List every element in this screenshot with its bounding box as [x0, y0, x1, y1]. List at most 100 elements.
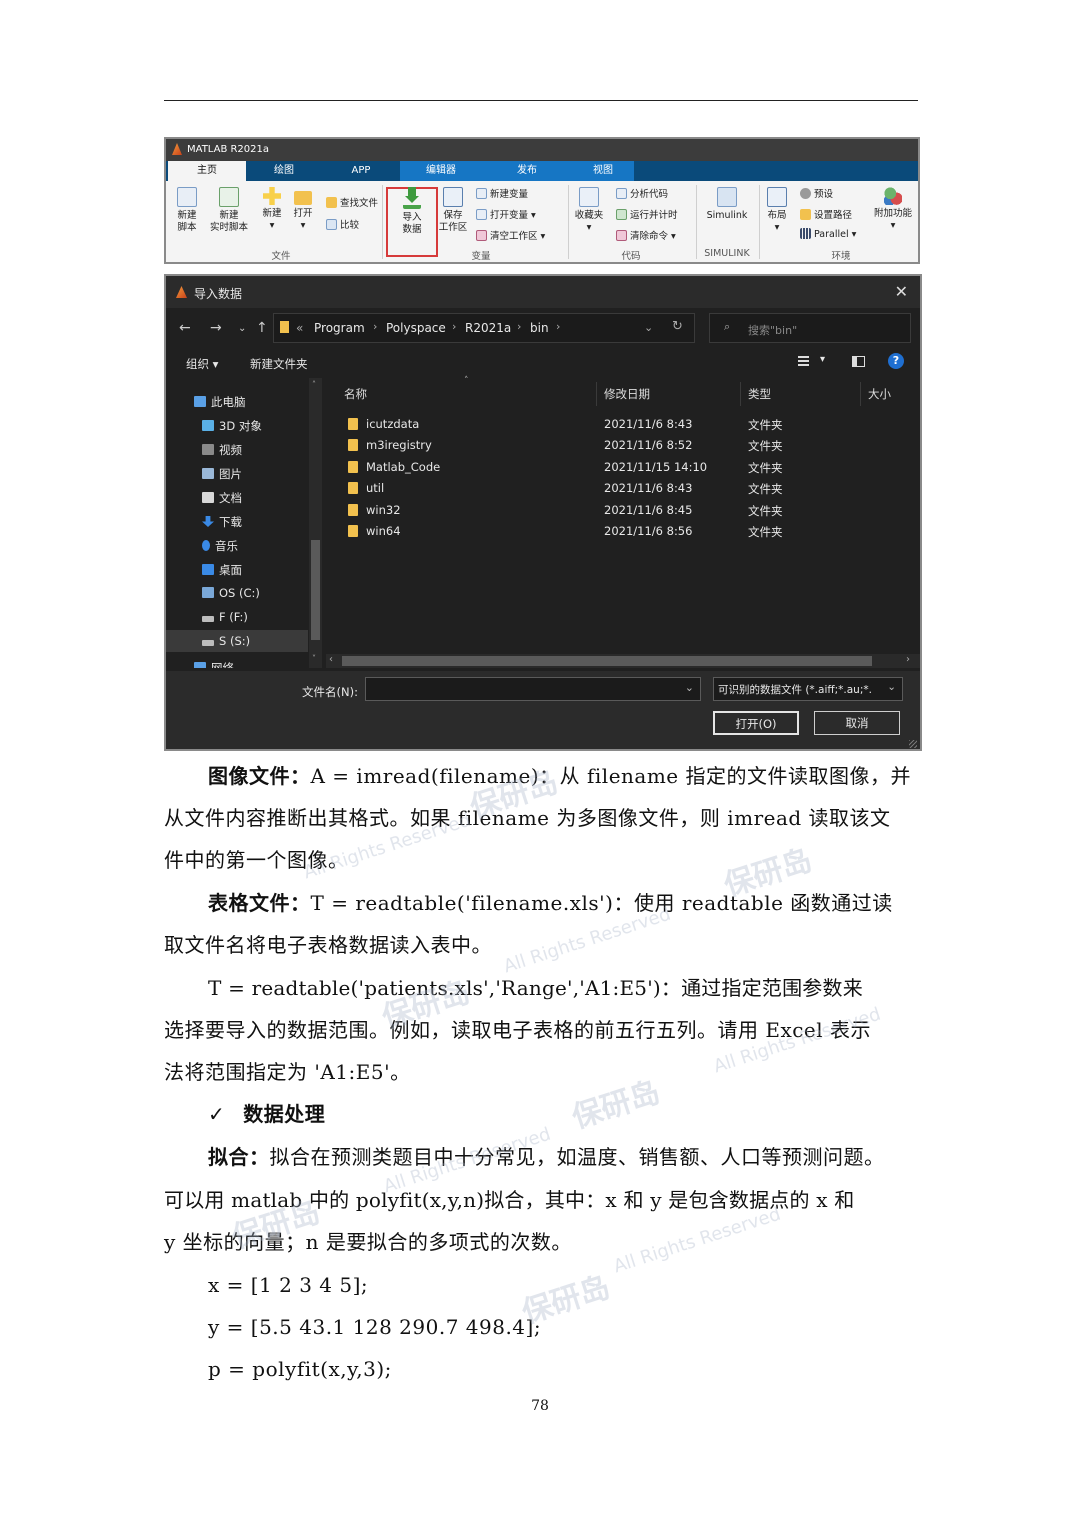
- sidebar-item-drive-s[interactable]: S (S:): [202, 634, 250, 648]
- column-size[interactable]: 大小: [868, 386, 891, 402]
- column-divider[interactable]: [596, 382, 597, 406]
- preview-pane-icon[interactable]: [852, 356, 865, 367]
- scroll-left-icon[interactable]: ‹: [329, 654, 333, 665]
- parallel-label: Parallel ▾: [814, 229, 857, 240]
- new-live-script-button[interactable]: 新建 实时脚本: [206, 187, 252, 234]
- save-workspace-button[interactable]: 保存 工作区: [436, 187, 470, 234]
- search-box[interactable]: ⌕ 搜索"bin": [709, 313, 911, 343]
- file-row[interactable]: win32 2021/11/6 8:45 文件夹: [326, 500, 920, 521]
- favorites-button[interactable]: 收藏夹 ▾: [571, 187, 607, 234]
- search-icon: ⌕: [724, 320, 731, 333]
- simulink-button[interactable]: Simulink: [702, 187, 752, 222]
- dialog-footer: 文件名(N): ⌄ 可识别的数据文件 (*.aiff;*.au;*. ⌄ 打开(…: [166, 671, 920, 749]
- resize-grip-icon[interactable]: [909, 740, 917, 748]
- sidebar-item-documents[interactable]: 文档: [202, 490, 242, 506]
- layout-label: 布局: [767, 210, 787, 221]
- chevron-down-icon[interactable]: ⌄: [644, 321, 653, 334]
- dialog-title-bar: 导入数据 ✕: [166, 276, 920, 308]
- sidebar-item-network[interactable]: 网络: [194, 660, 234, 668]
- set-path-button[interactable]: 设置路径: [800, 207, 852, 221]
- desktop-icon: [202, 564, 214, 575]
- simulink-icon: [717, 187, 737, 207]
- tab-apps[interactable]: APP: [322, 161, 400, 181]
- tab-publish[interactable]: 发布: [482, 161, 572, 181]
- breadcrumb-overflow[interactable]: «: [296, 321, 303, 335]
- breadcrumb-bin[interactable]: bin: [530, 321, 549, 335]
- forward-arrow-icon[interactable]: →: [210, 320, 222, 336]
- chevron-down-icon[interactable]: ⌄: [685, 681, 694, 694]
- layout-button[interactable]: 布局 ▾: [764, 187, 790, 234]
- breadcrumb-program[interactable]: Program: [314, 321, 365, 335]
- column-divider[interactable]: [860, 382, 861, 406]
- sidebar-scrollbar[interactable]: ˄ ˅: [309, 378, 322, 668]
- scroll-up-icon[interactable]: ˄: [312, 380, 316, 389]
- column-divider[interactable]: [740, 382, 741, 406]
- help-icon[interactable]: ?: [888, 353, 904, 369]
- close-icon[interactable]: ✕: [895, 282, 908, 301]
- chevron-right-icon: ›: [556, 320, 561, 333]
- compare-button[interactable]: 比较: [326, 217, 359, 231]
- scrollbar-thumb[interactable]: [342, 656, 872, 666]
- breadcrumb-r2021a[interactable]: R2021a: [465, 321, 511, 335]
- clear-workspace-label: 清空工作区 ▾: [490, 231, 546, 242]
- tab-editor[interactable]: 编辑器: [400, 161, 482, 181]
- open-button[interactable]: 打开(O): [713, 711, 799, 735]
- chevron-down-icon[interactable]: ▾: [820, 354, 825, 365]
- run-and-time-button[interactable]: 运行并计时: [616, 207, 678, 221]
- sidebar-item-pictures[interactable]: 图片: [202, 466, 242, 482]
- breadcrumb-polyspace[interactable]: Polyspace: [386, 321, 446, 335]
- preferences-button[interactable]: 预设: [800, 186, 833, 200]
- sidebar-item-3d-objects[interactable]: 3D 对象: [202, 418, 262, 434]
- file-list-scrollbar[interactable]: ‹ ›: [326, 654, 920, 668]
- tab-plots[interactable]: 绘图: [246, 161, 322, 181]
- scrollbar-thumb[interactable]: [311, 540, 320, 640]
- sidebar-item-this-pc[interactable]: 此电脑: [194, 394, 246, 410]
- address-bar[interactable]: « Program › Polyspace › R2021a › bin › ⌄…: [273, 313, 695, 343]
- find-files-button[interactable]: 查找文件: [326, 195, 378, 209]
- column-type[interactable]: 类型: [748, 386, 771, 402]
- file-row[interactable]: Matlab_Code 2021/11/15 14:10 文件夹: [326, 457, 920, 478]
- file-row[interactable]: icutzdata 2021/11/6 8:43 文件夹: [326, 414, 920, 435]
- column-name[interactable]: 名称: [344, 386, 367, 402]
- up-arrow-icon[interactable]: ↑: [256, 320, 268, 336]
- open-button[interactable]: 打开 ▾: [290, 187, 316, 232]
- new-script-button[interactable]: 新建 脚本: [172, 187, 202, 234]
- sidebar-item-drive-f[interactable]: F (F:): [202, 610, 248, 624]
- import-data-button[interactable]: 导入 数据: [396, 187, 428, 236]
- new-button[interactable]: 新建 ▾: [256, 187, 288, 232]
- sidebar-item-drive-c[interactable]: OS (C:): [202, 586, 260, 600]
- import-label-2: 数据: [402, 224, 422, 235]
- column-date[interactable]: 修改日期: [604, 386, 650, 402]
- clear-workspace-button[interactable]: 清空工作区 ▾: [476, 228, 545, 242]
- cancel-button[interactable]: 取消: [814, 711, 900, 735]
- table-file-line-2: 取文件名将电子表格数据读入表中。: [164, 933, 492, 957]
- clear-commands-button[interactable]: 清除命令 ▾: [616, 228, 676, 242]
- tab-home[interactable]: 主页: [168, 161, 246, 181]
- recent-chevron-icon[interactable]: ⌄: [238, 323, 246, 334]
- analyze-code-button[interactable]: 分析代码: [616, 186, 668, 200]
- view-options-icon[interactable]: [798, 356, 809, 367]
- file-row[interactable]: util 2021/11/6 8:43 文件夹: [326, 478, 920, 499]
- new-folder-button[interactable]: 新建文件夹: [250, 356, 308, 372]
- filetype-select[interactable]: 可识别的数据文件 (*.aiff;*.au;*. ⌄: [713, 677, 903, 701]
- layout-icon: [767, 187, 787, 207]
- addons-button[interactable]: 附加功能 ▾: [870, 187, 916, 232]
- organize-button[interactable]: 组织 ▾: [186, 356, 218, 372]
- sidebar-item-music[interactable]: 音乐: [202, 538, 238, 554]
- refresh-icon[interactable]: ↻: [672, 319, 683, 334]
- open-variable-button[interactable]: 打开变量 ▾: [476, 207, 536, 221]
- sidebar-label: 此电脑: [211, 395, 246, 409]
- scroll-right-icon[interactable]: ›: [906, 654, 910, 665]
- sidebar-item-downloads[interactable]: 下载: [202, 514, 242, 530]
- tab-view[interactable]: 视图: [572, 161, 634, 181]
- cube-icon: [202, 420, 214, 431]
- sidebar-item-desktop[interactable]: 桌面: [202, 562, 242, 578]
- sidebar-item-videos[interactable]: 视频: [202, 442, 242, 458]
- parallel-button[interactable]: Parallel ▾: [800, 228, 856, 240]
- file-row[interactable]: win64 2021/11/6 8:56 文件夹: [326, 521, 920, 542]
- filename-input[interactable]: ⌄: [365, 677, 701, 701]
- scroll-down-icon[interactable]: ˅: [312, 654, 316, 663]
- back-arrow-icon[interactable]: ←: [179, 320, 191, 336]
- new-variable-button[interactable]: 新建变量: [476, 186, 528, 200]
- file-row[interactable]: m3iregistry 2021/11/6 8:52 文件夹: [326, 435, 920, 456]
